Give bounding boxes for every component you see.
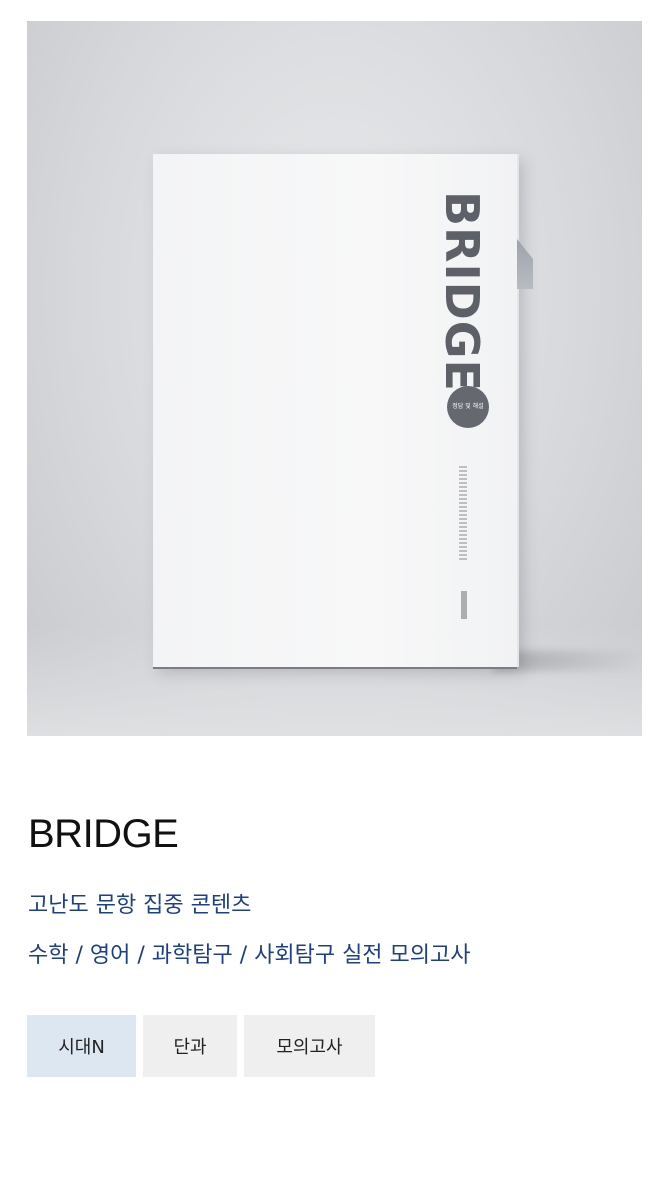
- product-description-line-2: 수학 / 영어 / 과학탐구 / 사회탐구 실전 모의고사: [28, 943, 471, 968]
- book-cover-fine-print: [459, 466, 467, 561]
- bookmark-ribbon: [517, 239, 533, 289]
- book-cover-title: BRIDGE: [435, 191, 489, 392]
- book-cover-badge-text: 정답 및 해설: [452, 403, 484, 410]
- book-cover-title-wrap: BRIDGE: [430, 191, 494, 392]
- product-description-line-1: 고난도 문항 집중 콘텐츠: [28, 893, 252, 918]
- tag-sidaen[interactable]: 시대N: [27, 1015, 136, 1077]
- tag-dangwa[interactable]: 단과: [143, 1015, 237, 1077]
- publisher-logo: [461, 591, 467, 619]
- product-title: BRIDGE: [28, 812, 179, 856]
- tag-list: 시대N 단과 모의고사: [27, 1015, 375, 1077]
- book-cover-badge: 정답 및 해설: [447, 386, 489, 428]
- product-image: BRIDGE 정답 및 해설: [27, 21, 642, 736]
- tag-mock-exam[interactable]: 모의고사: [244, 1015, 375, 1077]
